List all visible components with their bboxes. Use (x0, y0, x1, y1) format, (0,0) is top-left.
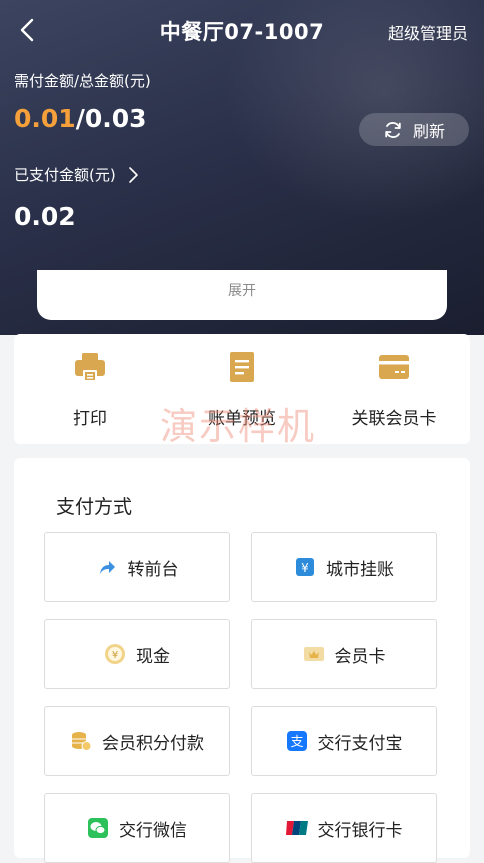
link-member-card-action[interactable]: 关联会员卡 (318, 334, 470, 444)
wechat-label: 交行微信 (119, 820, 187, 841)
total-amount: 0.03 (84, 104, 147, 133)
unionpay-icon (285, 817, 308, 839)
points-coins-icon (70, 730, 92, 752)
due-amount: 0.01 (14, 104, 76, 133)
transfer-front-desk-button[interactable]: 转前台 (44, 532, 230, 602)
expand-button[interactable]: 展开 (37, 270, 447, 320)
alipay-button[interactable]: 支 交行支付宝 (251, 706, 437, 776)
bank-card-button[interactable]: 交行银行卡 (251, 793, 437, 863)
bill-icon (230, 352, 254, 382)
svg-text:支: 支 (290, 735, 303, 750)
cash-button[interactable]: ¥ 现金 (44, 619, 230, 689)
refresh-icon (385, 121, 401, 138)
points-payment-button[interactable]: 会员积分付款 (44, 706, 230, 776)
svg-text:¥: ¥ (301, 561, 309, 575)
due-total-amount: 0.01/0.03 (14, 104, 147, 133)
nav-bar: 中餐厅07-1007 超级管理员 (0, 0, 484, 60)
due-total-label: 需付金额/总金额(元) (14, 72, 151, 90)
wechat-icon (87, 817, 109, 839)
points-payment-label: 会员积分付款 (102, 733, 204, 754)
paid-label: 已支付金额(元) (14, 166, 116, 184)
payment-methods-card: 支付方式 转前台 ¥ 城市挂账 ¥ 现金 会员卡 会员积分付款 支 交行支付宝 (14, 458, 470, 863)
cash-coin-icon: ¥ (104, 643, 126, 665)
member-card-icon (379, 355, 409, 379)
user-role[interactable]: 超级管理员 (388, 20, 468, 44)
paid-amount-link[interactable]: 已支付金额(元) (14, 164, 144, 185)
svg-text:¥: ¥ (112, 650, 118, 661)
city-account-button[interactable]: ¥ 城市挂账 (251, 532, 437, 602)
city-account-label: 城市挂账 (326, 559, 394, 580)
refresh-label: 刷新 (412, 121, 445, 141)
alipay-icon: 支 (286, 730, 308, 752)
alipay-label: 交行支付宝 (317, 733, 403, 754)
refresh-button[interactable]: 刷新 (359, 113, 469, 146)
chevron-right-icon (128, 166, 138, 183)
link-member-card-label: 关联会员卡 (351, 409, 437, 429)
payment-title: 支付方式 (56, 496, 133, 518)
forward-arrow-icon (96, 556, 118, 578)
printer-icon (75, 353, 105, 382)
wechat-button[interactable]: 交行微信 (44, 793, 230, 863)
print-action[interactable]: 打印 (14, 334, 166, 444)
vip-card-icon (303, 643, 325, 665)
cash-label: 现金 (136, 646, 170, 667)
demo-watermark: 演示样机 (160, 405, 316, 448)
paid-amount: 0.02 (14, 202, 76, 231)
vip-card-button[interactable]: 会员卡 (251, 619, 437, 689)
vip-card-label: 会员卡 (334, 646, 386, 667)
city-account-icon: ¥ (294, 556, 316, 578)
amount-separator: / (75, 104, 85, 133)
print-label: 打印 (73, 409, 107, 429)
bank-card-label: 交行银行卡 (317, 820, 403, 841)
transfer-front-desk-label: 转前台 (127, 559, 179, 580)
